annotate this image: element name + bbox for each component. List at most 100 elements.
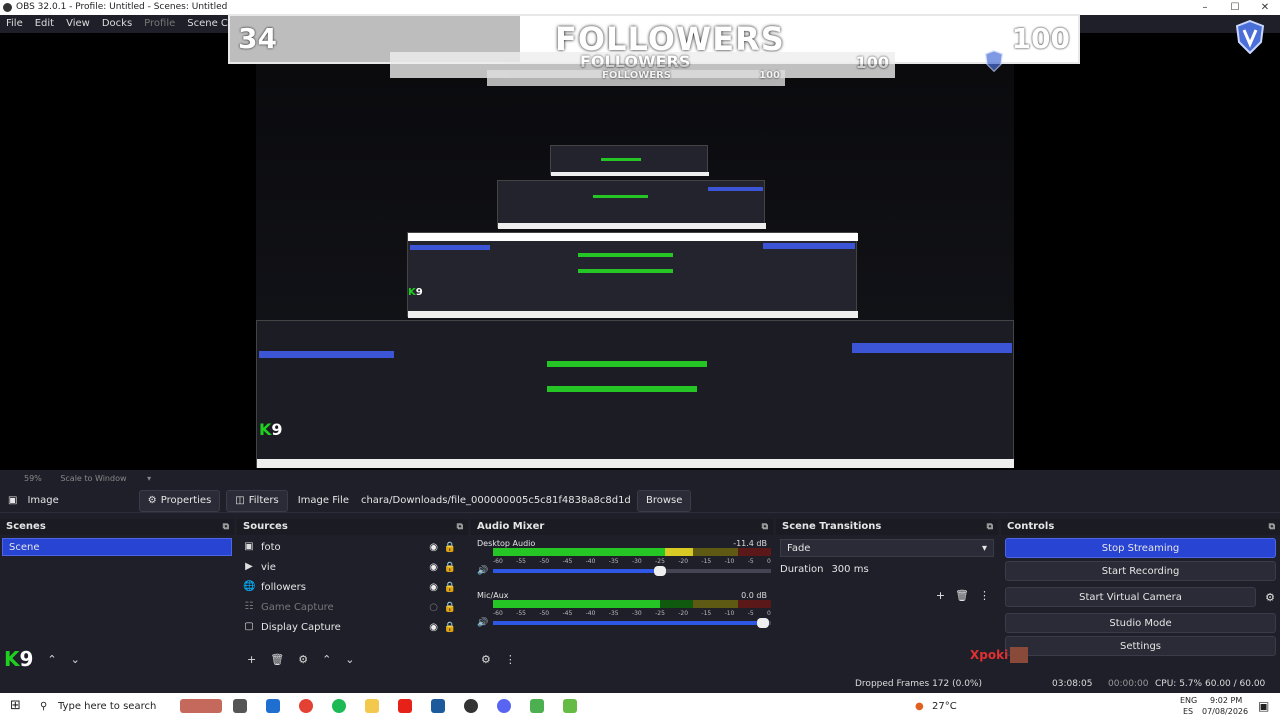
lock-icon[interactable]: 🔒 (444, 542, 456, 553)
settings-button[interactable]: Settings (1005, 636, 1276, 656)
scenes-footer: K9 ⌃ ⌄ (0, 647, 234, 671)
menu-edit[interactable]: Edit (35, 15, 54, 33)
eye-icon[interactable]: ◉ (429, 542, 438, 553)
maximize-icon[interactable]: ☐ (1220, 0, 1250, 15)
gamepad-icon: ☷ (244, 601, 254, 612)
move-down-icon[interactable]: ⌄ (71, 653, 80, 666)
image-path-field[interactable]: chara/Downloads/file_000000005c5c81f4838… (361, 495, 631, 506)
eye-hidden-icon[interactable]: ○ (429, 602, 438, 613)
slider-knob[interactable] (756, 618, 769, 628)
scene-item[interactable]: Scene (2, 538, 232, 556)
source-item[interactable]: ▶ vie ◉ 🔒 (237, 557, 468, 577)
studio-mode-button[interactable]: Studio Mode (1005, 613, 1276, 633)
speaker-icon[interactable]: 🔊 (477, 566, 488, 576)
followers-goal-echo: 100 (855, 53, 889, 72)
stop-streaming-button[interactable]: Stop Streaming (1005, 538, 1276, 558)
chrome-icon[interactable] (299, 699, 313, 713)
start-virtual-camera-button[interactable]: Start Virtual Camera (1005, 587, 1256, 607)
nested-k9-logo: K9 (259, 420, 283, 439)
app-icon[interactable] (431, 699, 445, 713)
gear-icon[interactable]: ⚙ (481, 653, 491, 666)
source-item[interactable]: 🌐 followers ◉ 🔒 (237, 577, 468, 597)
source-item[interactable]: ▢ Display Capture ◉ 🔒 (237, 617, 468, 637)
source-toolbar: ▣ Image ⚙ Properties ◫ Filters Image Fil… (0, 489, 1280, 513)
zoom-dropdown-icon[interactable]: ▾ (147, 474, 151, 483)
source-item[interactable]: ☷ Game Capture ○ 🔒 (237, 597, 468, 617)
gear-icon[interactable]: ⚙ (1260, 591, 1280, 604)
volume-slider[interactable] (493, 618, 771, 628)
tick-label: -25 (655, 558, 665, 565)
eye-icon[interactable]: ◉ (429, 562, 438, 573)
slider-knob[interactable] (653, 566, 666, 576)
gear-icon[interactable]: ⚙ (298, 653, 308, 666)
speaker-icon[interactable]: 🔊 (477, 618, 488, 628)
weather-icon[interactable]: ● (915, 693, 924, 720)
lock-icon[interactable]: 🔒 (444, 562, 456, 573)
source-item[interactable]: ▣ foto ◉ 🔒 (237, 537, 468, 557)
source-name: Display Capture (261, 621, 341, 633)
weather-temp[interactable]: 27°C (932, 693, 957, 720)
minecraft-launcher-icon[interactable] (563, 699, 577, 713)
menu-file[interactable]: File (6, 15, 23, 33)
menu-view[interactable]: View (66, 15, 90, 33)
menu-profile[interactable]: Profile (144, 15, 175, 33)
move-up-icon[interactable]: ⌃ (47, 653, 56, 666)
volume-slider[interactable] (493, 566, 771, 576)
notification-icon[interactable]: ▣ (1258, 693, 1269, 720)
obs-window: OBS 32.0.1 - Profile: Untitled - Scenes:… (0, 0, 1280, 720)
preview-canvas[interactable]: K9 K9 (256, 40, 1014, 468)
image-icon: ▣ (244, 541, 254, 552)
lock-icon[interactable]: 🔒 (444, 622, 456, 633)
menu-dots-icon[interactable]: ⋮ (505, 653, 516, 666)
undock-icon[interactable]: ⧉ (987, 519, 993, 535)
undock-icon[interactable]: ⧉ (1269, 519, 1275, 535)
scenes-header: Scenes ⧉ (0, 519, 234, 535)
store-icon[interactable] (266, 699, 280, 713)
spotify-icon[interactable] (332, 699, 346, 713)
lock-icon[interactable]: 🔒 (444, 602, 456, 613)
windows-start-icon[interactable]: ⊞ (10, 698, 21, 713)
move-up-icon[interactable]: ⌃ (322, 653, 331, 666)
filters-button[interactable]: ◫ Filters (226, 489, 288, 512)
menu-docks[interactable]: Docks (102, 15, 132, 33)
folder-icon[interactable] (365, 699, 379, 713)
properties-button[interactable]: ⚙ Properties (138, 489, 221, 512)
browse-button[interactable]: Browse (636, 489, 692, 512)
transition-select[interactable]: Fade ▾ (780, 539, 994, 557)
obs-taskbar-icon[interactable] (464, 699, 478, 713)
lock-icon[interactable]: 🔒 (444, 582, 456, 593)
trash-icon[interactable]: 🗑 (955, 589, 969, 602)
youtube-icon[interactable] (398, 699, 412, 713)
undock-icon[interactable]: ⧉ (457, 519, 463, 535)
duration-input[interactable]: 300 ms (831, 561, 868, 579)
status-bar: Dropped Frames 172 (0.0%) 03:08:05 00:00… (0, 675, 1280, 707)
eye-icon[interactable]: ◉ (429, 622, 438, 633)
zoom-level[interactable]: 59% (24, 474, 42, 483)
discord-icon[interactable] (497, 699, 511, 713)
minimize-icon[interactable]: – (1190, 0, 1220, 15)
add-icon[interactable]: + (247, 653, 256, 666)
slider-fill (493, 621, 763, 625)
add-icon[interactable]: + (936, 589, 945, 602)
nested-k9-logo-2: K9 (408, 287, 423, 298)
eye-icon[interactable]: ◉ (429, 582, 438, 593)
chevron-down-icon: ▾ (981, 543, 987, 554)
start-recording-button[interactable]: Start Recording (1005, 561, 1276, 581)
taskbar-search[interactable]: ⚲ Type here to search (32, 693, 172, 720)
monitor-icon: ▢ (244, 621, 254, 632)
move-down-icon[interactable]: ⌄ (345, 653, 354, 666)
nested-meter-6 (601, 158, 641, 161)
undock-icon[interactable]: ⧉ (762, 519, 768, 535)
nested-meter-2 (547, 386, 697, 392)
task-view-icon[interactable] (233, 699, 247, 713)
scenes-title: Scenes (6, 521, 46, 532)
close-icon[interactable]: ✕ (1250, 0, 1280, 15)
trash-icon[interactable]: 🗑 (270, 653, 284, 666)
zoom-mode[interactable]: Scale to Window (60, 474, 126, 483)
undock-icon[interactable]: ⧉ (223, 519, 229, 535)
menu-dots-icon[interactable]: ⋮ (979, 589, 990, 602)
nested-taskbar-3 (498, 223, 766, 229)
clock-date[interactable]: 07/08/2026 (1202, 698, 1248, 720)
region[interactable]: ES (1183, 698, 1193, 720)
minecraft-icon[interactable] (530, 699, 544, 713)
